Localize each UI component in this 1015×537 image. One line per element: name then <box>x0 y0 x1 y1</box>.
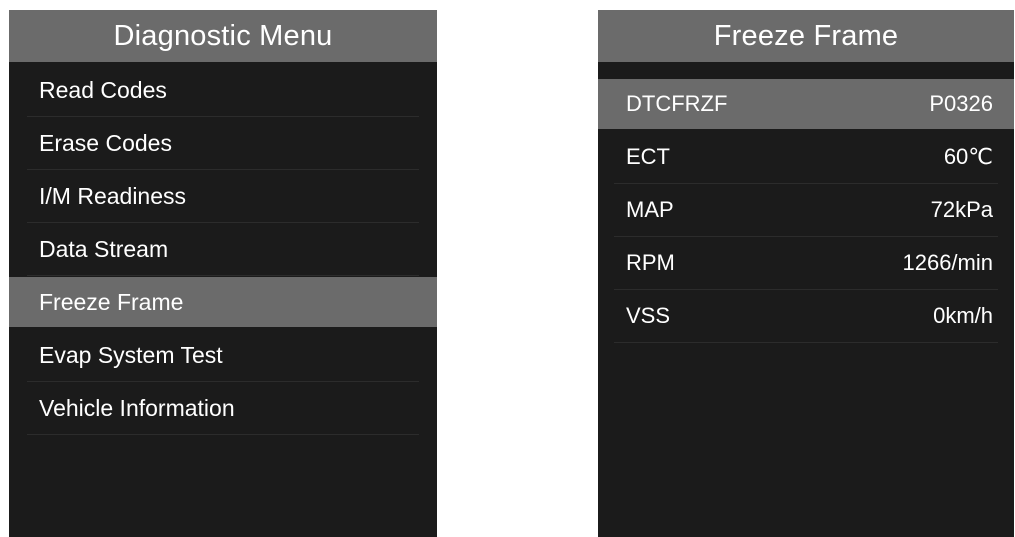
table-row-rpm[interactable]: RPM 1266/min <box>598 238 1014 290</box>
freeze-frame-table: DTCFRZF P0326 ECT 60℃ MAP 72kPa RPM 1266… <box>598 79 1014 343</box>
diagnostic-menu-screen: Diagnostic Menu Read Codes Erase Codes I… <box>9 10 437 537</box>
screen-title: Diagnostic Menu <box>9 10 437 62</box>
menu-item-read-codes[interactable]: Read Codes <box>9 65 437 117</box>
screen-title: Freeze Frame <box>598 10 1014 62</box>
menu-item-evap-system-test[interactable]: Evap System Test <box>9 330 437 382</box>
row-value: 1266/min <box>902 250 993 275</box>
table-row-vss[interactable]: VSS 0km/h <box>598 291 1014 343</box>
row-value: P0326 <box>929 91 993 116</box>
row-value: 72kPa <box>930 197 993 222</box>
menu-item-erase-codes[interactable]: Erase Codes <box>9 118 437 170</box>
table-row-ect[interactable]: ECT 60℃ <box>598 132 1014 184</box>
menu-list: Read Codes Erase Codes I/M Readiness Dat… <box>9 65 437 435</box>
table-row-map[interactable]: MAP 72kPa <box>598 185 1014 237</box>
row-name: RPM <box>626 250 675 275</box>
menu-item-im-readiness[interactable]: I/M Readiness <box>9 171 437 223</box>
row-name: MAP <box>626 197 674 222</box>
freeze-frame-screen: Freeze Frame DTCFRZF P0326 ECT 60℃ MAP 7… <box>598 10 1014 537</box>
row-name: DTCFRZF <box>626 91 728 116</box>
menu-item-data-stream[interactable]: Data Stream <box>9 224 437 276</box>
row-value: 0km/h <box>933 303 993 328</box>
row-value: 60℃ <box>943 144 993 169</box>
menu-item-vehicle-information[interactable]: Vehicle Information <box>9 383 437 435</box>
row-name: VSS <box>626 303 671 328</box>
table-row-dtcfrzf[interactable]: DTCFRZF P0326 <box>598 79 1014 129</box>
menu-item-freeze-frame[interactable]: Freeze Frame <box>9 277 437 327</box>
row-name: ECT <box>626 144 670 169</box>
